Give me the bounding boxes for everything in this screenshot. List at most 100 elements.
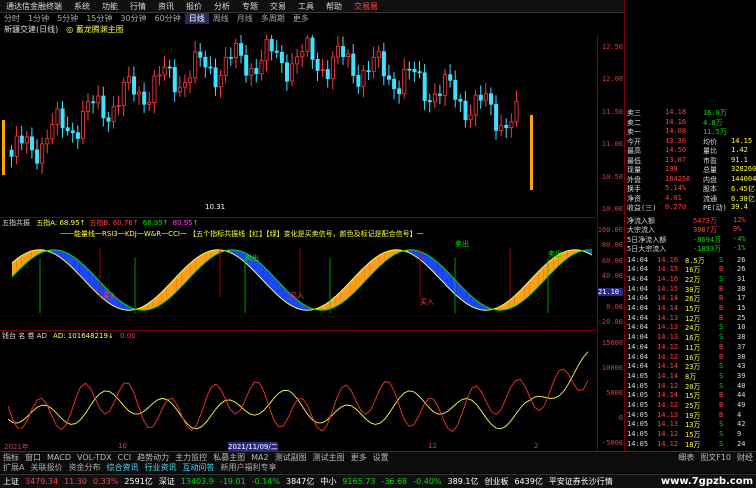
- quote-price: 184256: [665, 174, 691, 183]
- tick-cell: 23万: [685, 363, 701, 372]
- tick-cell: 14.14: [657, 371, 679, 380]
- quote-label: 最低: [627, 156, 641, 165]
- right-tab-1[interactable]: 图文F10: [697, 452, 734, 462]
- period-tab-8[interactable]: 月线: [233, 13, 257, 24]
- flow-row: 净流入额 5473万 12%: [627, 216, 756, 225]
- menu-item-1[interactable]: 功能: [96, 1, 124, 12]
- ind2-ma: 0.00: [120, 332, 136, 340]
- candle-body: [131, 76, 136, 95]
- period-tab-3[interactable]: 15分钟: [82, 13, 116, 24]
- quote-extra: 6.45亿: [731, 185, 755, 193]
- indicator-tab-10[interactable]: 测试主图: [310, 452, 348, 462]
- period-tab-10[interactable]: 更多: [289, 13, 313, 24]
- flow-label: 5日大宗流入: [627, 245, 667, 253]
- status-item-12: -36.68: [381, 477, 408, 486]
- right-tab-2[interactable]: 财经: [734, 452, 756, 462]
- indicator-tab-12[interactable]: 设置: [370, 452, 392, 462]
- menu-item-2[interactable]: 行情: [124, 1, 152, 12]
- sell-label-0: 卖出: [245, 253, 259, 262]
- menu-item-3[interactable]: 资讯: [152, 1, 180, 12]
- status-item-6: 13403.9: [180, 477, 214, 486]
- tick-cell: 40: [737, 381, 746, 390]
- indicator-tab-6[interactable]: 主力监控: [172, 452, 210, 462]
- period-tab-0[interactable]: 分时: [0, 13, 24, 24]
- indicator-tab-3[interactable]: VOL-TDX: [74, 453, 115, 462]
- menu-item-8[interactable]: 工具: [292, 1, 320, 12]
- candle-body: [65, 127, 70, 132]
- tick-cell: 14:04: [627, 265, 649, 274]
- indicator-panel-2[interactable]: 钱台 名 卷 AD AD: 101648219↓ 0.00 2021年 10 2…: [0, 331, 597, 452]
- indicator-tab-4[interactable]: CCI: [115, 453, 135, 462]
- menu-item-9[interactable]: 帮助: [320, 1, 348, 12]
- flow-label: 5日净流入额: [627, 235, 667, 244]
- tick-cell: 25: [737, 313, 746, 322]
- quote-extra: 6.38亿: [731, 194, 755, 203]
- extension-tab-0[interactable]: 扩展A: [0, 462, 27, 473]
- menu-item-7[interactable]: 交易: [264, 1, 292, 12]
- tick-cell: 14:04: [627, 304, 649, 312]
- candle-body: [167, 66, 172, 69]
- menu-item-5[interactable]: 分析: [208, 1, 236, 12]
- tick-cell: 26: [737, 265, 746, 274]
- axis-tick-0: 15000: [601, 339, 623, 347]
- candle-body: [264, 38, 269, 61]
- quote-row: 最低 13.07 市盈 91.1: [627, 156, 756, 165]
- axis-tick-3: 11.00: [601, 140, 623, 149]
- indicator-tab-1[interactable]: 窗口: [22, 452, 44, 462]
- indicator-tab-9[interactable]: 测试副图: [272, 452, 310, 462]
- extension-tab-6[interactable]: 新用户福利专享: [217, 462, 279, 473]
- candle-body: [40, 143, 45, 164]
- candle-body: [305, 37, 310, 52]
- candle-body: [121, 82, 126, 106]
- candle-body: [157, 74, 162, 77]
- main-indicator-title[interactable]: ◎ 蓄龙腾渊主图: [62, 24, 128, 34]
- quote-price: 0.270: [665, 203, 687, 211]
- tick-cell: 16万: [685, 334, 701, 343]
- extension-tab-2[interactable]: 资金分布: [65, 462, 103, 473]
- flow-label: 净流入额: [627, 216, 655, 225]
- trade-button[interactable]: 交易易: [354, 1, 378, 12]
- status-item-14: 389.1亿: [447, 477, 479, 486]
- period-tab-9[interactable]: 多周期: [257, 13, 289, 24]
- ind1-cursor-value: 21.10: [598, 288, 623, 296]
- candle-body: [147, 102, 152, 105]
- extension-tab-3[interactable]: 综合资讯: [103, 462, 141, 473]
- candlestick-chart[interactable]: [0, 27, 597, 217]
- indicator-tab-5[interactable]: 趋势动力: [134, 452, 172, 462]
- candle-body: [111, 106, 116, 122]
- period-tab-6[interactable]: 日线: [184, 13, 209, 24]
- tick-cell: 16万: [685, 353, 701, 362]
- tick-cell: 11万: [685, 343, 701, 352]
- period-tab-7[interactable]: 周线: [209, 13, 233, 24]
- ad-indicator-chart[interactable]: [0, 331, 597, 451]
- tick-cell: 14:04: [627, 362, 649, 371]
- indicator-tab-8[interactable]: MA2: [248, 453, 271, 462]
- quote-label: 卖二: [627, 118, 641, 127]
- indicator-tab-7[interactable]: 私募主图: [210, 452, 248, 462]
- extension-tab-1[interactable]: 关联报价: [27, 462, 65, 473]
- flow-row: 5日净流入额 -8694万 -4%: [627, 235, 756, 244]
- period-tab-5[interactable]: 60分钟: [151, 13, 185, 24]
- quote-row: 外盘 184256 内盘 144004: [627, 175, 756, 184]
- period-tab-4[interactable]: 30分钟: [116, 13, 150, 24]
- indicator-tab-0[interactable]: 指标: [0, 452, 22, 462]
- indicator-tab-2[interactable]: MACD: [44, 453, 74, 462]
- menu-item-4[interactable]: 报价: [180, 1, 208, 12]
- status-item-1: 3479.34: [25, 477, 59, 486]
- extension-tab-4[interactable]: 行业资讯: [141, 462, 179, 473]
- period-tab-1[interactable]: 1分钟: [24, 13, 53, 24]
- menu-item-0[interactable]: 系统: [68, 1, 96, 12]
- candle-body: [407, 68, 412, 71]
- candle-body: [29, 136, 34, 151]
- menu-item-6[interactable]: 专题: [236, 1, 264, 12]
- right-tab-0[interactable]: 细表: [675, 452, 697, 462]
- extension-tab-5[interactable]: 互动问答: [179, 462, 217, 473]
- indicator-tab-11[interactable]: 更多: [348, 452, 370, 462]
- price-chart-panel[interactable]: 10.31: [0, 27, 597, 218]
- candle-body: [177, 86, 182, 93]
- tick-cell: 14.14: [657, 294, 679, 303]
- indicator-panel-1[interactable]: 卖出 卖出 卖出 买入 买入 买入 五指共振 五指A: 68.95↑ 五指B: 60.76↑…: [0, 218, 597, 331]
- status-item-10: 中小: [320, 477, 337, 486]
- right-marker-bar: [530, 115, 533, 190]
- period-tab-2[interactable]: 5分钟: [53, 13, 82, 24]
